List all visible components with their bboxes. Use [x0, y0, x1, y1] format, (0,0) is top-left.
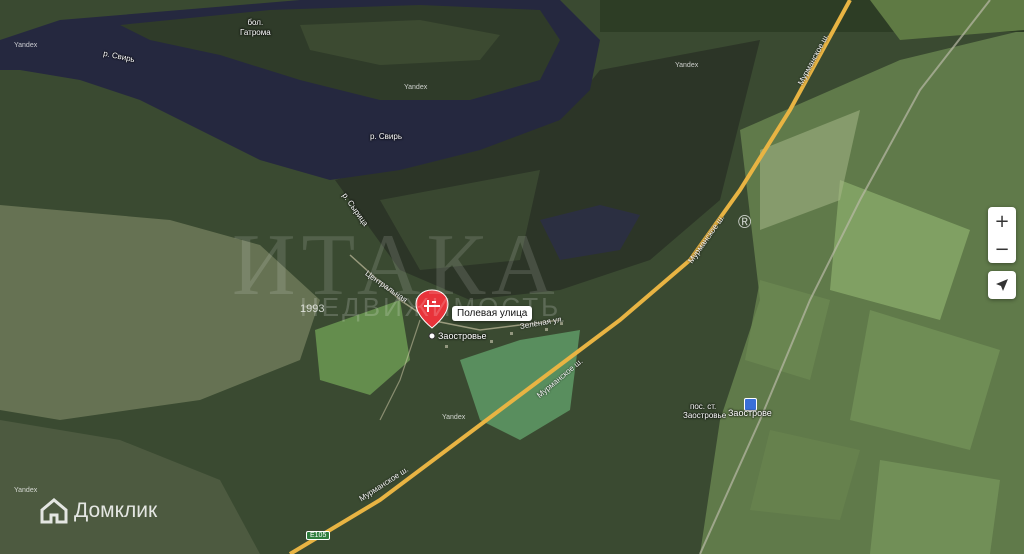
yandex-mark: Yandex	[404, 84, 428, 91]
yandex-mark: Yandex	[14, 42, 38, 49]
navigation-arrow-icon	[996, 279, 1008, 291]
pin-tooltip[interactable]: Полевая улица	[452, 306, 533, 321]
brand-name: Домклик	[74, 499, 158, 522]
river-label-svir-2: р. Свирь	[370, 132, 403, 141]
highway-badge: E105	[306, 531, 331, 540]
station-label-line2: Заостровье	[683, 411, 727, 420]
yandex-mark: Yandex	[675, 62, 699, 69]
yandex-mark: Yandex	[14, 487, 38, 494]
yandex-mark: Yandex	[442, 414, 466, 421]
village-dot	[428, 332, 436, 340]
house-icon	[40, 498, 68, 524]
zoom-out-button[interactable]: −	[988, 235, 1016, 263]
village-label: Заостровье	[438, 331, 487, 341]
zoom-control: + −	[988, 207, 1016, 263]
brand-logo: Домклик	[40, 498, 157, 524]
lake-label: бол. Гатрома	[240, 18, 271, 37]
station-name: Заострове	[728, 408, 772, 418]
station-label-line1: пос. ст.	[690, 402, 717, 411]
watermark-reg: ®	[738, 212, 752, 232]
zoom-in-button[interactable]: +	[988, 207, 1016, 235]
geolocation-button[interactable]	[988, 271, 1016, 299]
